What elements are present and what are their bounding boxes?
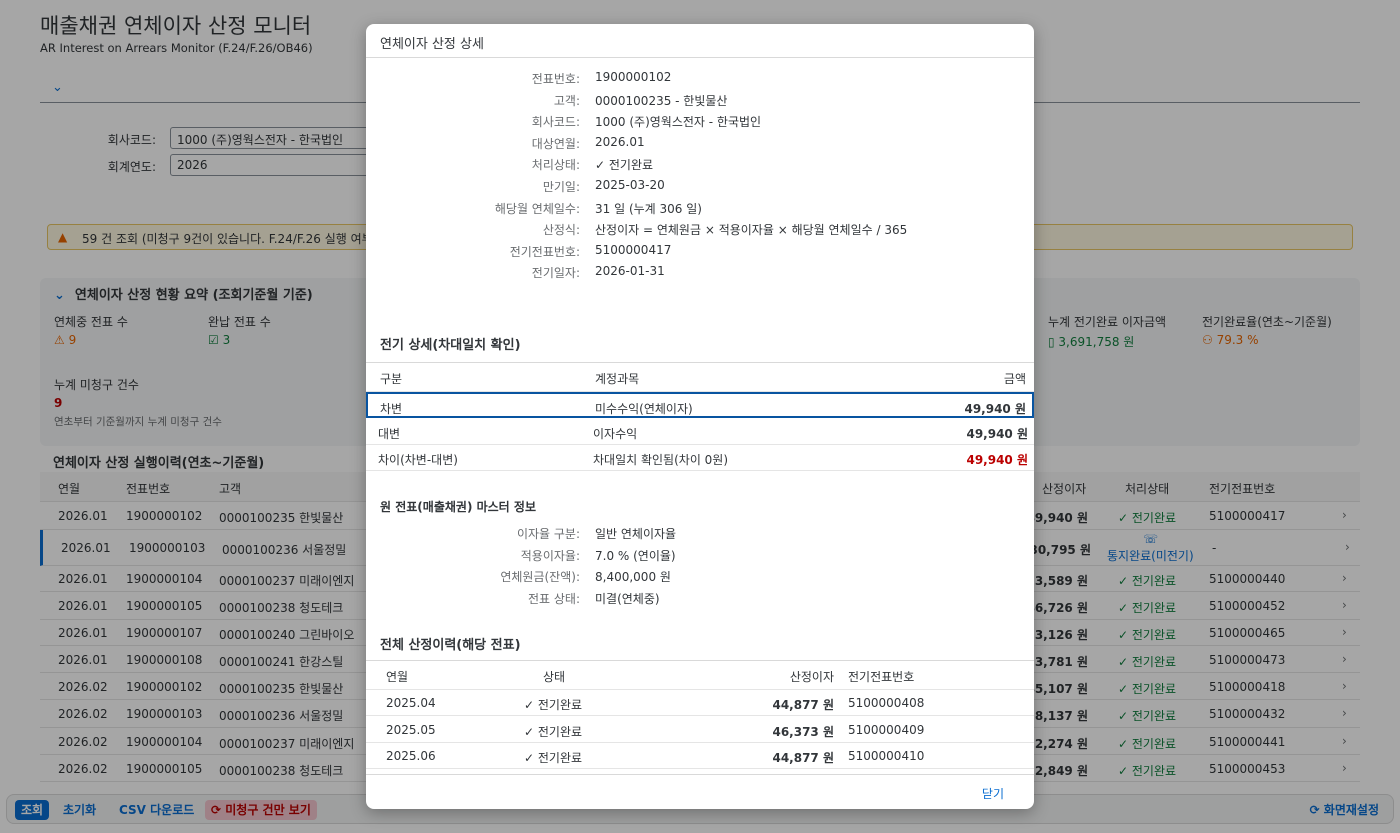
- hist-row[interactable]: 2025.06 ✓ 전기완료 44,877 원 5100000410: [366, 743, 1034, 770]
- hist-posting: 5100000408: [848, 696, 925, 710]
- field-value: 1900000102: [595, 70, 672, 84]
- check-icon: ✓: [524, 698, 538, 712]
- field-label: 만기일:: [542, 180, 580, 194]
- master-value: 일반 연체이자율: [595, 527, 677, 541]
- dialog-footer: 닫기: [366, 774, 1034, 809]
- field-label: 전기일자:: [531, 266, 580, 281]
- hist-posting: 5100000409: [848, 722, 925, 737]
- posting-col-account: 계정과목: [595, 372, 640, 386]
- master-value: 7.0 % (연이율): [595, 548, 676, 563]
- posting-type: 차이(차변-대변): [378, 453, 458, 467]
- field-label: 해당월 연체일수:: [494, 201, 580, 216]
- field-label: 회사코드:: [531, 115, 580, 130]
- posting-account: 이자수익: [593, 427, 638, 441]
- hist-status: ✓ 전기완료: [524, 696, 582, 713]
- field-value: 산정이자 = 연체원금 × 적용이자율 × 해당월 연체일수 / 365: [595, 223, 908, 238]
- hist-status-text: 전기완료: [537, 724, 583, 739]
- dialog-body[interactable]: 전표번호: 1900000102 고객: 0000100235 - 한빛물산회사코드:…: [366, 58, 1034, 774]
- field-value-text: 전기완료: [608, 158, 654, 173]
- field-value: ✓ 전기완료: [595, 156, 653, 173]
- hist-header-row: 연월 상태 산정이자 전기전표번호: [366, 660, 1034, 690]
- posting-col-type: 구분: [380, 372, 403, 386]
- hist-month: 2025.04: [386, 696, 436, 710]
- field-label: 고객:: [553, 93, 580, 108]
- posting-account: 차대일치 확인됨(차이 0원): [593, 453, 729, 467]
- field-value: 0000100235 - 한빛물산: [595, 93, 728, 108]
- field-value: 5100000417: [595, 242, 672, 257]
- master-value: 8,400,000 원: [595, 570, 671, 585]
- hist-interest: 44,877 원: [772, 698, 834, 712]
- hist-status-text: 전기완료: [537, 751, 583, 766]
- posting-type: 차변: [380, 402, 403, 416]
- field-value: 1000 (주)영웍스전자 - 한국법인: [595, 115, 762, 130]
- master-title: 원 전표(매출채권) 마스터 정보: [380, 500, 536, 514]
- posting-title: 전기 상세(차대일치 확인): [380, 338, 521, 353]
- field-label: 대상연월:: [531, 136, 580, 151]
- hist-col-month: 연월: [386, 670, 409, 684]
- posting-col-amount: 금액: [1003, 372, 1026, 386]
- hist-col-interest: 산정이자: [789, 670, 834, 684]
- detail-dialog: 연체이자 산정 상세 전표번호: 1900000102 고객: 0000100235 …: [366, 24, 1034, 809]
- posting-row[interactable]: 차변 미수수익(연체이자) 49,940 원: [366, 392, 1034, 418]
- hist-col-status: 상태: [543, 670, 566, 684]
- hist-month: 2025.05: [386, 722, 436, 737]
- dialog-title: 연체이자 산정 상세: [380, 37, 484, 52]
- field-value: 2026.01: [595, 134, 645, 149]
- check-icon: ✓: [524, 724, 538, 739]
- posting-row[interactable]: 차이(차변-대변) 차대일치 확인됨(차이 0원) 49,940 원: [366, 445, 1034, 471]
- hist-posting: 5100000410: [848, 749, 925, 764]
- posting-amount: 49,940 원: [966, 453, 1028, 467]
- field-label: 전표번호:: [531, 72, 580, 86]
- master-label: 연체원금(잔액):: [500, 570, 580, 585]
- hist-status: ✓ 전기완료: [524, 723, 582, 740]
- posting-account: 미수수익(연체이자): [595, 402, 693, 416]
- hist-status-text: 전기완료: [537, 698, 583, 712]
- field-value: 2026-01-31: [595, 264, 665, 279]
- posting-header-row: 구분 계정과목 금액: [366, 362, 1034, 392]
- master-value: 미결(연체중): [595, 591, 660, 606]
- master-label: 적용이자율:: [520, 548, 580, 563]
- field-label: 처리상태:: [531, 158, 580, 173]
- field-value: 31 일 (누계 306 일): [595, 201, 702, 216]
- hist-month: 2025.06: [386, 749, 436, 764]
- hist-row[interactable]: 2025.04 ✓ 전기완료 44,877 원 5100000408: [366, 690, 1034, 716]
- hist-interest: 46,373 원: [772, 724, 834, 739]
- check-icon: ✓: [595, 158, 609, 173]
- check-icon: ✓: [524, 751, 538, 766]
- field-value: 2025-03-20: [595, 178, 665, 192]
- posting-row[interactable]: 대변 이자수익 49,940 원: [366, 419, 1034, 445]
- posting-amount: 49,940 원: [964, 402, 1026, 416]
- field-label: 산정식:: [542, 223, 580, 238]
- hist-title: 전체 산정이력(해당 전표): [380, 638, 521, 653]
- posting-type: 대변: [378, 427, 401, 441]
- dialog-header: 연체이자 산정 상세: [366, 24, 1034, 58]
- master-label: 전표 상태:: [527, 591, 580, 606]
- posting-amount: 49,940 원: [966, 427, 1028, 441]
- close-button[interactable]: 닫기: [982, 785, 1004, 802]
- hist-row[interactable]: 2025.05 ✓ 전기완료 46,373 원 5100000409: [366, 717, 1034, 743]
- hist-interest: 44,877 원: [772, 751, 834, 766]
- master-label: 이자율 구분:: [516, 527, 580, 541]
- field-label: 전기전표번호:: [509, 244, 580, 259]
- hist-col-posting: 전기전표번호: [848, 670, 915, 684]
- hist-status: ✓ 전기완료: [524, 749, 582, 766]
